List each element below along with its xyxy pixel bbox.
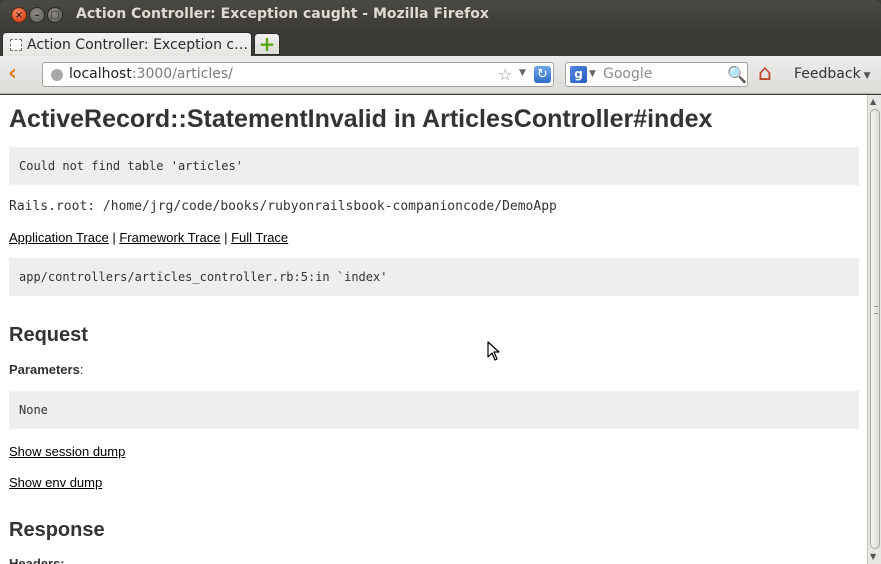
error-message-block: Could not find table 'articles' (9, 147, 859, 185)
tab-strip: Action Controller: Exception c… + (0, 30, 881, 56)
search-input[interactable]: Google (603, 66, 652, 82)
show-env-dump-link[interactable]: Show env dump (9, 475, 102, 490)
reload-icon[interactable]: ↻ (534, 66, 551, 83)
trace-line: app/controllers/articles_controller.rb:5… (19, 270, 388, 284)
window-minimize-button[interactable]: – (29, 7, 45, 23)
navigation-toolbar: ‹ localhost:3000/articles/ ☆ ▼ ↻ g ▼ Goo… (0, 56, 881, 94)
tab-active[interactable]: Action Controller: Exception c… (2, 32, 252, 56)
application-trace-link[interactable]: Application Trace (9, 230, 109, 245)
chevron-down-icon: ▼ (863, 71, 871, 81)
search-engine-dropdown-icon[interactable]: ▼ (589, 69, 596, 79)
url-text[interactable]: localhost:3000/articles/ (69, 66, 233, 82)
rails-root: Rails.root: /home/jrg/code/books/rubyonr… (9, 199, 557, 214)
window-maximize-button[interactable]: □ (47, 7, 63, 23)
trace-separator: | (220, 230, 232, 245)
vertical-scrollbar[interactable]: ▲ ▼ (867, 95, 881, 564)
feedback-button[interactable]: Feedback ▼ (794, 66, 871, 82)
url-path: :3000/articles/ (131, 66, 233, 82)
back-button[interactable]: ‹ (8, 63, 30, 86)
parameters-label: Parameters: (9, 362, 83, 377)
page-title: ActiveRecord::StatementInvalid in Articl… (9, 105, 713, 133)
url-history-dropdown-icon[interactable]: ▼ (519, 68, 526, 78)
home-button[interactable]: ⌂ (758, 62, 782, 86)
google-engine-icon[interactable]: g (570, 66, 587, 83)
bookmark-star-icon[interactable]: ☆ (498, 65, 512, 84)
scrollbar-grip-icon (874, 306, 878, 314)
trace-links: Application Trace | Framework Trace | Fu… (9, 230, 288, 245)
trace-block: app/controllers/articles_controller.rb:5… (9, 258, 859, 296)
parameters-value: None (19, 403, 48, 417)
feedback-label: Feedback (794, 66, 861, 82)
scrollbar-thumb[interactable] (870, 109, 880, 549)
tab-label: Action Controller: Exception c… (27, 37, 247, 53)
search-bar[interactable]: g ▼ Google 🔍 (565, 62, 748, 87)
full-trace-link[interactable]: Full Trace (231, 230, 288, 245)
window-title: Action Controller: Exception caught - Mo… (76, 6, 489, 22)
scroll-up-arrow-icon[interactable]: ▲ (870, 97, 876, 106)
headers-label-text: Headers: (9, 556, 65, 564)
blank-page-icon (10, 39, 22, 51)
response-heading: Response (9, 519, 105, 541)
headers-label: Headers: (9, 556, 65, 564)
scroll-down-arrow-icon[interactable]: ▼ (870, 552, 876, 561)
trace-separator: | (108, 230, 120, 245)
window-titlebar: × – □ Action Controller: Exception caugh… (0, 0, 881, 30)
site-identity-icon[interactable] (51, 69, 63, 81)
parameters-block: None (9, 391, 859, 429)
new-tab-button[interactable]: + (254, 33, 280, 55)
url-host: localhost (69, 66, 132, 82)
url-bar[interactable]: localhost:3000/articles/ ☆ ▼ ↻ (42, 62, 554, 87)
page-content: ActiveRecord::StatementInvalid in Articl… (0, 95, 867, 564)
parameters-colon: : (79, 362, 84, 377)
mouse-pointer-icon (487, 341, 500, 361)
show-session-dump-link[interactable]: Show session dump (9, 444, 125, 459)
request-heading: Request (9, 324, 88, 346)
framework-trace-link[interactable]: Framework Trace (119, 230, 220, 245)
window-close-button[interactable]: × (11, 7, 27, 23)
search-icon[interactable]: 🔍 (727, 65, 747, 84)
error-message: Could not find table 'articles' (19, 159, 243, 173)
parameters-label-text: Parameters (9, 362, 80, 377)
